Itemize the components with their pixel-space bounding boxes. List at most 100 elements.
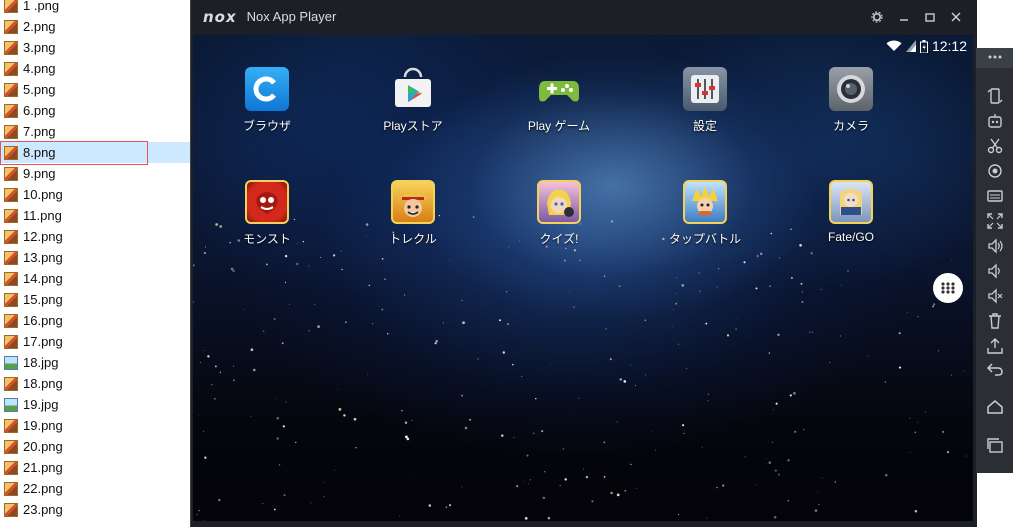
install-apk-button[interactable]	[981, 335, 1008, 357]
file-item[interactable]: 9.png	[0, 163, 190, 184]
settings-button[interactable]	[864, 0, 890, 33]
app-settings[interactable]: 設定	[650, 67, 760, 134]
file-item[interactable]: 23.png	[0, 499, 190, 520]
png-file-icon	[4, 103, 18, 118]
app-trecru[interactable]: トレクル	[358, 180, 468, 247]
app-fate-go[interactable]: Fate/GO	[796, 180, 906, 244]
robot-button[interactable]	[981, 110, 1008, 132]
file-item[interactable]: 15.png	[0, 289, 190, 310]
close-icon	[951, 11, 961, 22]
png-file-icon	[4, 166, 18, 181]
app-monst[interactable]: モンスト	[212, 180, 322, 247]
file-item[interactable]: 19.jpg	[0, 394, 190, 415]
app-play-games[interactable]: Play ゲーム	[504, 67, 614, 134]
file-item[interactable]: 18.jpg	[0, 352, 190, 373]
signal-icon	[905, 40, 916, 52]
file-item[interactable]: 6.png	[0, 100, 190, 121]
app-quiz[interactable]: クイズ!	[504, 180, 614, 247]
app-label: Play ゲーム	[527, 119, 591, 133]
app-play-store[interactable]: Playストア	[358, 67, 468, 134]
file-name: 5.png	[23, 82, 56, 97]
file-item[interactable]: 11.png	[0, 205, 190, 226]
file-item[interactable]: 4.png	[0, 58, 190, 79]
more-icon	[988, 55, 1001, 59]
file-item[interactable]: 7.png	[0, 121, 190, 142]
file-name: 18.png	[23, 376, 63, 391]
screenshot-button[interactable]	[981, 135, 1008, 157]
file-item[interactable]: 3.png	[0, 37, 190, 58]
volume-down-button[interactable]	[981, 260, 1008, 282]
png-file-icon	[4, 145, 18, 160]
close-button[interactable]	[943, 0, 969, 33]
file-name: 20.png	[23, 439, 63, 454]
file-name: 17.png	[23, 334, 63, 349]
back-button[interactable]	[981, 358, 1008, 380]
clock: 12:12	[931, 38, 967, 54]
file-item[interactable]: 8.png	[0, 141, 190, 165]
recent-apps-icon	[986, 438, 1003, 453]
minimize-button[interactable]	[891, 0, 917, 33]
rotate-screen-button[interactable]	[981, 85, 1008, 107]
volume-up-button[interactable]	[981, 235, 1008, 257]
app-browser[interactable]: ブラウザ	[212, 67, 322, 134]
app-label: タップバトル	[668, 232, 742, 246]
uninstall-button[interactable]	[981, 310, 1008, 332]
png-file-icon	[4, 481, 18, 496]
app-label: クイズ!	[539, 232, 579, 246]
android-home-screen[interactable]: 12:12 ブラウザ Playストア Play ゲーム 設定 カメラ モンスト …	[193, 35, 973, 521]
file-item[interactable]: 1 .png	[0, 0, 190, 16]
file-item[interactable]: 14.png	[0, 268, 190, 289]
keyboard-icon	[986, 190, 1003, 202]
file-item[interactable]: 10.png	[0, 184, 190, 205]
file-item[interactable]: 12.png	[0, 226, 190, 247]
volume-down-icon	[987, 263, 1000, 279]
file-item[interactable]: 2.png	[0, 16, 190, 37]
title-bar[interactable]: nox Nox App Player	[191, 0, 977, 33]
home-button[interactable]	[981, 396, 1008, 418]
robot-icon	[987, 114, 1002, 128]
png-file-icon	[4, 439, 18, 454]
settings-icon	[683, 67, 727, 111]
nox-app-player-window: nox Nox App Player 12:12 ブラウザ Playストア Pl…	[190, 0, 977, 527]
install-apk-icon	[986, 338, 1003, 354]
png-file-icon	[4, 82, 18, 97]
file-item[interactable]: 5.png	[0, 79, 190, 100]
file-item[interactable]: 20.png	[0, 436, 190, 457]
wifi-icon	[886, 40, 902, 51]
file-item[interactable]: 19.png	[0, 415, 190, 436]
file-name: 10.png	[23, 187, 63, 202]
png-file-icon	[4, 0, 18, 13]
file-name: 23.png	[23, 502, 63, 517]
mute-button[interactable]	[981, 285, 1008, 307]
fate-go-icon	[829, 180, 873, 224]
app-drawer-icon	[941, 282, 955, 294]
file-name: 22.png	[23, 481, 63, 496]
recent-apps-button[interactable]	[981, 434, 1008, 456]
png-file-icon	[4, 187, 18, 202]
file-item[interactable]: 18.png	[0, 373, 190, 394]
fullscreen-button[interactable]	[981, 210, 1008, 232]
png-file-icon	[4, 208, 18, 223]
png-file-icon	[4, 418, 18, 433]
app-drawer-button[interactable]	[933, 273, 963, 303]
quiz-icon	[537, 180, 581, 224]
scissors-icon	[987, 138, 1002, 154]
location-button[interactable]	[981, 160, 1008, 182]
maximize-button[interactable]	[917, 0, 943, 33]
png-file-icon	[4, 460, 18, 475]
file-list: 1 .png 2.png 3.png 4.png 5.png 6.png 7.png 8.pn…	[0, 0, 192, 527]
file-item[interactable]: 17.png	[0, 331, 190, 352]
file-item[interactable]: 22.png	[0, 478, 190, 499]
keyboard-button[interactable]	[981, 185, 1008, 207]
app-label: 設定	[692, 119, 717, 133]
app-tap-battle[interactable]: タップバトル	[650, 180, 760, 247]
file-item[interactable]: 21.png	[0, 457, 190, 478]
file-item[interactable]: 16.png	[0, 310, 190, 331]
gear-icon	[871, 10, 883, 23]
file-item[interactable]: 13.png	[0, 247, 190, 268]
file-name: 9.png	[23, 166, 56, 181]
app-label: Fate/GO	[827, 230, 874, 244]
app-camera[interactable]: カメラ	[796, 67, 906, 134]
file-name: 12.png	[23, 229, 63, 244]
more-button[interactable]	[976, 48, 1013, 68]
